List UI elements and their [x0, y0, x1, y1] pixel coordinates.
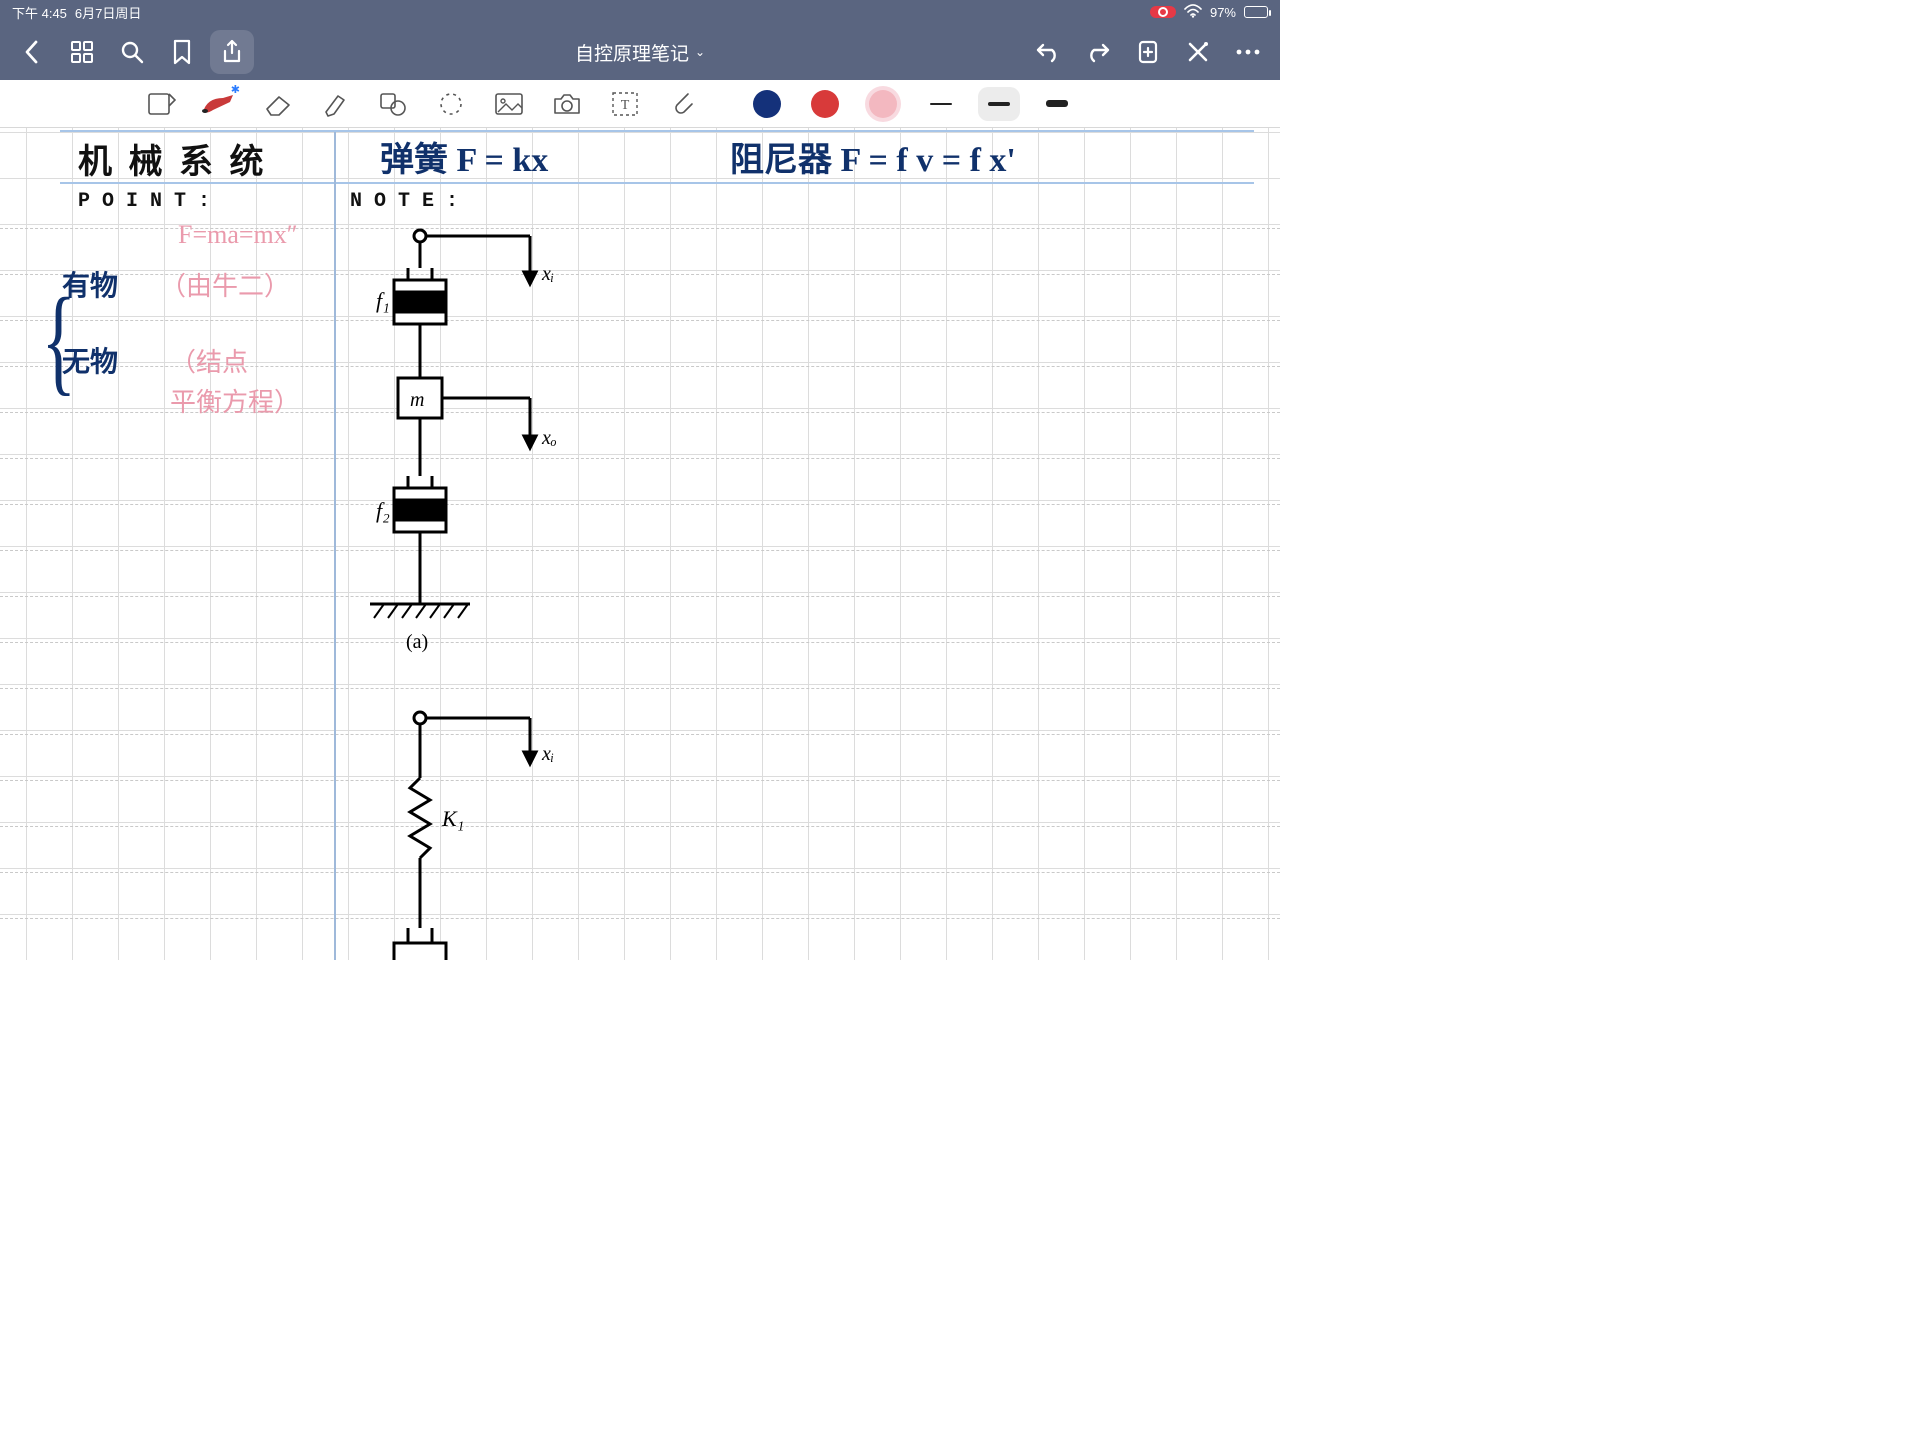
point-heading: POINT:: [78, 190, 222, 213]
note-canvas[interactable]: 机 械 系 统 弹簧 F = kx 阻尼器 F = f v = f x' POI…: [0, 128, 1280, 960]
no-mass-hint2: 平衡方程）: [170, 382, 300, 419]
dia-a-f1: f₁: [376, 288, 390, 313]
dia-a-f2: f₂: [376, 498, 390, 523]
back-button[interactable]: [10, 30, 54, 74]
lasso-tool[interactable]: [430, 83, 472, 125]
stroke-thick[interactable]: [1036, 87, 1078, 121]
dia-a-m: m: [410, 389, 424, 411]
dia-a-xi: xᵢ: [541, 263, 554, 285]
search-button[interactable]: [110, 30, 154, 74]
pen-tool[interactable]: ✱: [198, 83, 240, 125]
note-heading: NOTE:: [350, 190, 470, 213]
share-button[interactable]: [210, 30, 254, 74]
eraser-tool[interactable]: [256, 83, 298, 125]
app-nav-bar: 自控原理笔记 ⌄: [0, 24, 1280, 80]
image-tool[interactable]: [488, 83, 530, 125]
status-time: 下午 4:45: [12, 3, 67, 22]
color-pink-selected[interactable]: [862, 83, 904, 125]
read-mode-tool[interactable]: [140, 83, 182, 125]
chevron-down-icon: ⌄: [695, 45, 705, 59]
no-mass: 无物: [62, 340, 118, 380]
column-divider: [334, 132, 336, 960]
grid-background: [0, 128, 1280, 960]
undo-button[interactable]: [1026, 30, 1070, 74]
has-mass-hint: （由牛二）: [160, 266, 290, 303]
battery-icon: [1244, 6, 1268, 18]
four-page-view-button[interactable]: [60, 30, 104, 74]
bookmark-button[interactable]: [160, 30, 204, 74]
wifi-icon: [1184, 4, 1202, 21]
editor-toolbar: ✱ T: [0, 80, 1280, 128]
more-button[interactable]: [1226, 30, 1270, 74]
document-title[interactable]: 自控原理笔记 ⌄: [575, 39, 705, 66]
has-mass: 有物: [62, 264, 118, 304]
formula-damper: 阻尼器 F = f v = f x': [730, 132, 1016, 181]
diagram-b: K₁ xᵢ: [350, 708, 590, 960]
dia-b-xi: xᵢ: [541, 743, 554, 765]
add-page-button[interactable]: [1126, 30, 1170, 74]
shape-tool[interactable]: [372, 83, 414, 125]
screen-record-indicator[interactable]: [1150, 6, 1176, 18]
no-mass-hint1: （结点: [170, 342, 248, 379]
svg-text:T: T: [621, 98, 630, 113]
dia-a-caption: (a): [406, 631, 428, 653]
diagram-a: f₁ m f₂ xᵢ xₒ (a): [350, 228, 590, 678]
bluetooth-icon: ✱: [231, 83, 240, 96]
stroke-thin[interactable]: [920, 87, 962, 121]
color-red[interactable]: [804, 83, 846, 125]
dia-b-k1: K₁: [441, 806, 464, 831]
camera-tool[interactable]: [546, 83, 588, 125]
section-title: 机 械 系 统: [78, 134, 268, 183]
highlighter-tool[interactable]: [314, 83, 356, 125]
formula-spring: 弹簧 F = kx: [380, 132, 548, 181]
title-bottom-rule: [60, 182, 1254, 184]
attachment-tool[interactable]: [662, 83, 704, 125]
battery-percent: 97%: [1210, 5, 1236, 20]
ipad-status-bar: 下午 4:45 6月7日周日 97%: [0, 0, 1280, 24]
status-date: 6月7日周日: [75, 3, 141, 22]
redo-button[interactable]: [1076, 30, 1120, 74]
close-edit-button[interactable]: [1176, 30, 1220, 74]
stroke-medium-selected[interactable]: [978, 87, 1020, 121]
document-title-text: 自控原理笔记: [575, 39, 689, 66]
text-tool[interactable]: T: [604, 83, 646, 125]
title-top-rule: [60, 130, 1254, 132]
dia-a-xo: xₒ: [541, 427, 557, 449]
color-navy[interactable]: [746, 83, 788, 125]
newton-formula: F=ma=mx″: [178, 220, 298, 250]
